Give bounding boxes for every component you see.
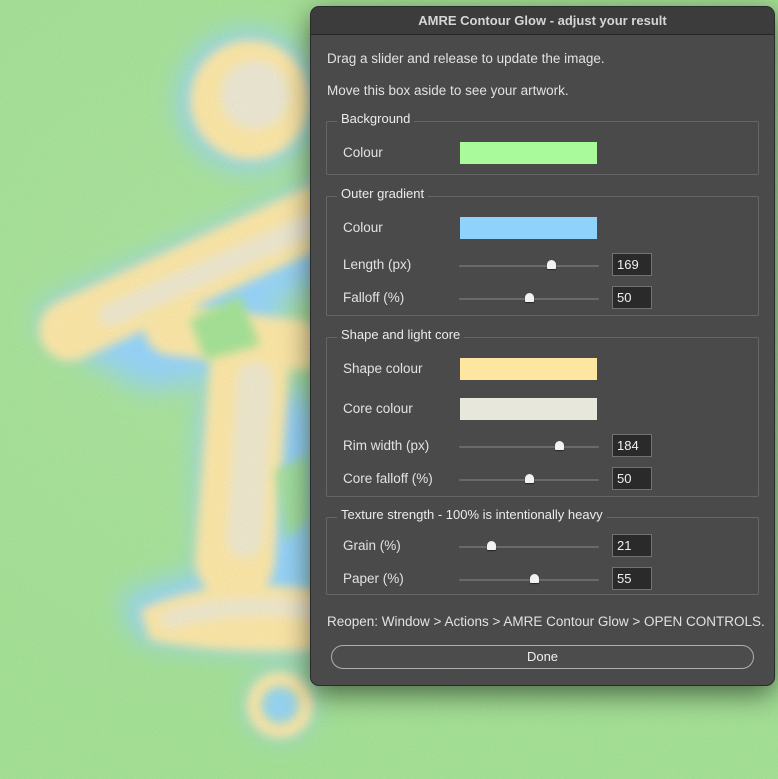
length-value-field[interactable]: 169	[612, 253, 652, 276]
shape-colour-swatch[interactable]	[460, 358, 597, 380]
grain-value-field[interactable]: 21	[612, 534, 652, 557]
group-outer-gradient: Outer gradient Colour Length (px) 169 Fa…	[326, 186, 759, 316]
group-shape-core: Shape and light core Shape colour Core c…	[326, 327, 759, 497]
instruction-move: Move this box aside to see your artwork.	[327, 83, 569, 98]
instruction-drag: Drag a slider and release to update the …	[327, 51, 605, 66]
group-title-outer-gradient: Outer gradient	[337, 186, 429, 201]
falloff-value-field[interactable]: 50	[612, 286, 652, 309]
core-colour-label: Core colour	[343, 401, 413, 416]
adjust-dialog[interactable]: AMRE Contour Glow - adjust your result D…	[310, 6, 775, 686]
core-falloff-label: Core falloff (%)	[343, 471, 433, 486]
rim-width-slider[interactable]	[459, 441, 599, 450]
rim-width-label: Rim width (px)	[343, 438, 430, 453]
length-slider-thumb[interactable]	[546, 260, 556, 269]
falloff-slider[interactable]	[459, 293, 599, 302]
group-title-shape-core: Shape and light core	[337, 327, 465, 342]
rim-width-slider-thumb[interactable]	[555, 441, 565, 450]
outer-colour-label: Colour	[343, 220, 383, 235]
falloff-slider-thumb[interactable]	[524, 293, 534, 302]
core-falloff-slider[interactable]	[459, 474, 599, 483]
paper-slider-thumb[interactable]	[530, 574, 540, 583]
group-title-texture: Texture strength - 100% is intentionally…	[337, 507, 607, 522]
group-title-background: Background	[337, 111, 415, 126]
length-label: Length (px)	[343, 257, 412, 272]
group-texture: Texture strength - 100% is intentionally…	[326, 507, 759, 595]
rim-width-value-field[interactable]: 184	[612, 434, 652, 457]
background-colour-label: Colour	[343, 145, 383, 160]
dialog-title[interactable]: AMRE Contour Glow - adjust your result	[311, 7, 774, 35]
outer-colour-swatch[interactable]	[460, 217, 597, 239]
shape-colour-label: Shape colour	[343, 361, 423, 376]
group-background: Background Colour	[326, 111, 759, 175]
core-colour-swatch[interactable]	[460, 398, 597, 420]
grain-label: Grain (%)	[343, 538, 401, 553]
reopen-instructions: Reopen: Window > Actions > AMRE Contour …	[327, 614, 765, 629]
grain-slider-thumb[interactable]	[486, 541, 496, 550]
grain-slider[interactable]	[459, 541, 599, 550]
falloff-label: Falloff (%)	[343, 290, 405, 305]
background-colour-swatch[interactable]	[460, 142, 597, 164]
done-button[interactable]: Done	[331, 645, 754, 669]
core-falloff-slider-thumb[interactable]	[524, 474, 534, 483]
paper-value-field[interactable]: 55	[612, 567, 652, 590]
length-slider[interactable]	[459, 260, 599, 269]
paper-label: Paper (%)	[343, 571, 404, 586]
paper-slider[interactable]	[459, 574, 599, 583]
core-falloff-value-field[interactable]: 50	[612, 467, 652, 490]
